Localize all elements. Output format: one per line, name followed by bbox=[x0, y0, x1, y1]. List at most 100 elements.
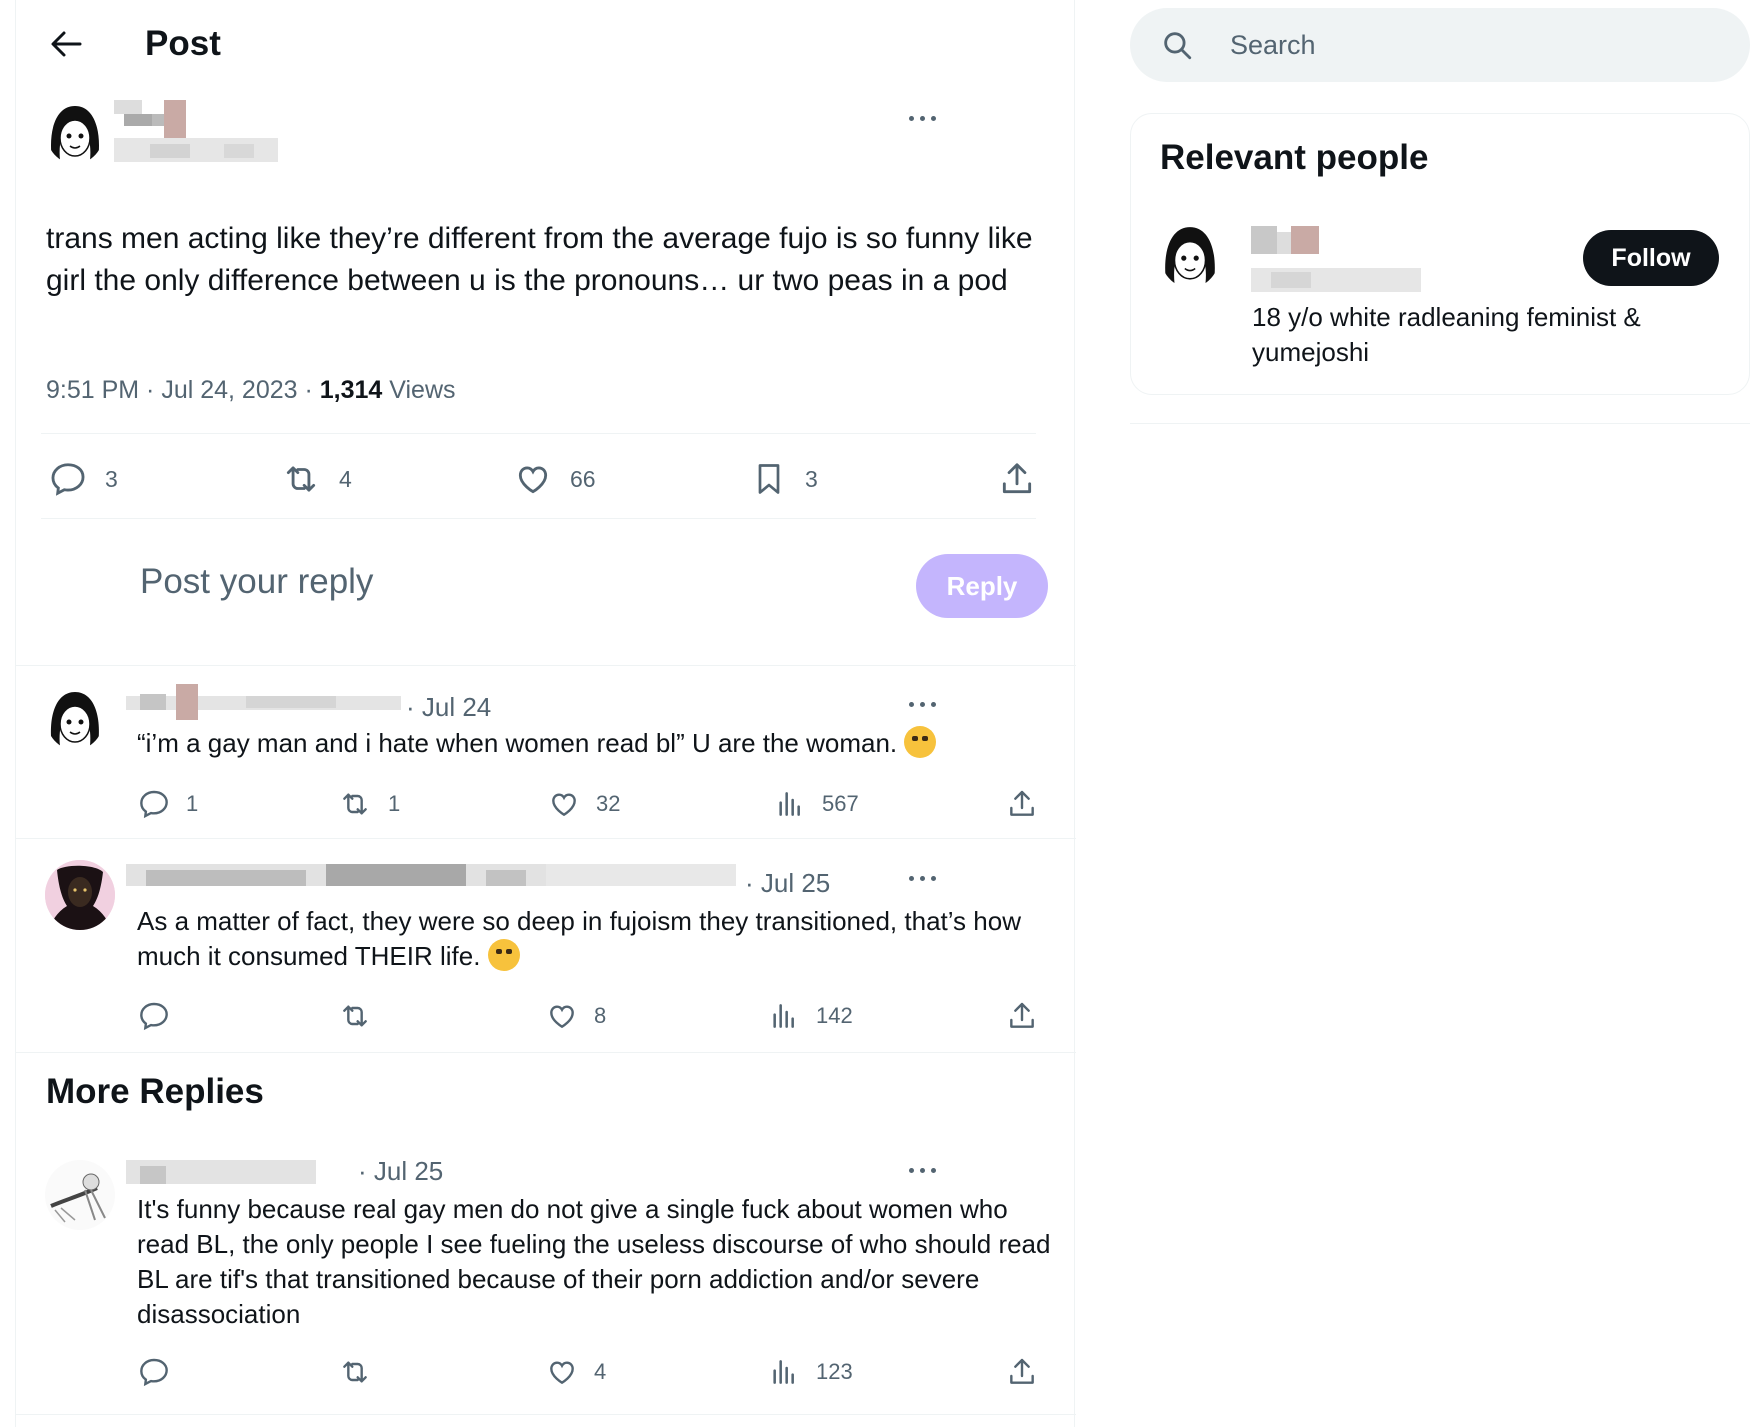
avatar[interactable] bbox=[46, 100, 104, 164]
heart-icon bbox=[550, 1005, 574, 1029]
like-action[interactable]: 4 bbox=[546, 1356, 606, 1388]
views-action[interactable]: 567 bbox=[774, 788, 859, 820]
follow-button[interactable]: Follow bbox=[1583, 230, 1719, 286]
repost-count: 4 bbox=[339, 465, 352, 492]
reply-action[interactable]: 3 bbox=[49, 460, 118, 498]
laughing-face-emoji bbox=[487, 939, 520, 971]
share-icon bbox=[1010, 1358, 1034, 1384]
reply-text: It's funny because real gay men do not g… bbox=[137, 1194, 1051, 1329]
person-name-redacted bbox=[1251, 226, 1421, 294]
reply-text: “i’m a gay man and i hate when women rea… bbox=[137, 726, 1057, 761]
repost-action[interactable]: 1 bbox=[338, 788, 400, 820]
reply-date[interactable]: · Jul 24 bbox=[406, 692, 491, 723]
reply-icon bbox=[140, 790, 168, 819]
like-count: 66 bbox=[570, 465, 596, 492]
like-count: 8 bbox=[594, 1003, 607, 1028]
bookmark-icon bbox=[758, 464, 780, 494]
author-name-redacted bbox=[126, 1156, 316, 1188]
analytics-icon bbox=[773, 1004, 794, 1028]
analytics-icon bbox=[773, 1360, 794, 1384]
reply-action[interactable] bbox=[138, 1000, 170, 1032]
divider bbox=[41, 518, 1036, 519]
bookmark-action[interactable]: 3 bbox=[751, 460, 818, 498]
repost-icon bbox=[286, 466, 316, 492]
share-icon bbox=[1010, 790, 1034, 816]
more-options-icon[interactable] bbox=[906, 1160, 942, 1180]
back-arrow-icon[interactable] bbox=[46, 24, 86, 64]
post-time: 9:51 PM · Jul 24, 2023 · bbox=[46, 376, 320, 404]
reply-date[interactable]: · Jul 25 bbox=[745, 868, 830, 899]
repost-icon bbox=[343, 793, 367, 815]
reply-button[interactable]: Reply bbox=[916, 554, 1048, 618]
page-title: Post bbox=[145, 24, 221, 63]
share-action[interactable] bbox=[1006, 788, 1038, 820]
reply-text: As a matter of fact, they were so deep i… bbox=[137, 904, 1057, 974]
more-options-icon[interactable] bbox=[906, 868, 942, 888]
repost-count: 1 bbox=[388, 791, 401, 816]
reply-input[interactable]: Post your reply bbox=[140, 562, 373, 602]
avatar[interactable] bbox=[45, 860, 115, 930]
reply-date[interactable]: · Jul 25 bbox=[358, 1156, 443, 1187]
heart-icon bbox=[552, 793, 576, 817]
share-icon bbox=[1002, 463, 1032, 494]
share-action[interactable] bbox=[1006, 1000, 1038, 1032]
reply-icon bbox=[140, 1002, 168, 1031]
like-count: 32 bbox=[596, 791, 621, 816]
like-action[interactable]: 32 bbox=[548, 788, 620, 820]
repost-action[interactable] bbox=[338, 1356, 372, 1388]
avatar[interactable] bbox=[1160, 220, 1220, 288]
reply-icon bbox=[140, 1358, 168, 1387]
reply-action[interactable] bbox=[138, 1356, 170, 1388]
share-action[interactable] bbox=[1006, 1356, 1038, 1388]
reply-text-body: “i’m a gay man and i hate when women rea… bbox=[137, 728, 898, 758]
analytics-icon bbox=[779, 792, 800, 816]
repost-action[interactable] bbox=[338, 1000, 372, 1032]
post-text: trans men acting like they’re different … bbox=[46, 222, 1033, 297]
divider bbox=[41, 433, 1036, 434]
author-name-redacted bbox=[114, 100, 284, 164]
more-replies-title: More Replies bbox=[46, 1072, 264, 1111]
relevant-people-title: Relevant people bbox=[1160, 138, 1429, 177]
reply-text-body: As a matter of fact, they were so deep i… bbox=[137, 906, 1021, 971]
share-icon bbox=[1010, 1002, 1034, 1028]
post-meta: 9:51 PM · Jul 24, 2023 · 1,314 Views bbox=[46, 376, 456, 405]
avatar[interactable] bbox=[46, 686, 104, 750]
reply-icon bbox=[51, 463, 85, 496]
more-options-icon[interactable] bbox=[906, 108, 942, 128]
bookmark-count: 3 bbox=[805, 465, 818, 492]
heart-icon bbox=[518, 466, 548, 494]
divider bbox=[1130, 423, 1750, 424]
views-action[interactable]: 142 bbox=[768, 1000, 853, 1032]
reply-count: 1 bbox=[186, 791, 199, 816]
divider bbox=[16, 838, 1076, 839]
views-label: Views bbox=[382, 376, 456, 404]
views-count: 142 bbox=[816, 1003, 853, 1028]
views-count: 1,314 bbox=[319, 376, 383, 404]
reply-action[interactable]: 1 bbox=[138, 788, 198, 820]
views-count: 567 bbox=[822, 791, 859, 816]
divider bbox=[16, 1414, 1076, 1415]
divider bbox=[16, 665, 1076, 666]
search-input[interactable] bbox=[1230, 22, 1710, 68]
like-action[interactable]: 66 bbox=[514, 460, 596, 498]
views-count: 123 bbox=[816, 1359, 853, 1384]
avatar[interactable] bbox=[45, 1160, 115, 1230]
reply-count: 3 bbox=[105, 465, 118, 492]
like-action[interactable]: 8 bbox=[546, 1000, 606, 1032]
author-name-redacted bbox=[126, 684, 401, 720]
header: Post bbox=[16, 0, 1076, 92]
views-action[interactable]: 123 bbox=[768, 1356, 853, 1388]
search-bar[interactable] bbox=[1130, 8, 1750, 82]
author-name-redacted bbox=[126, 860, 736, 892]
person-bio: 18 y/o white radleaning feminist & yumej… bbox=[1252, 302, 1641, 367]
main-column: Post trans men acting like they’re diffe… bbox=[15, 0, 1076, 1427]
more-options-icon[interactable] bbox=[906, 694, 942, 714]
divider bbox=[16, 1052, 1076, 1053]
relevant-people-card: Relevant people Follow 18 y/o white radl… bbox=[1130, 113, 1750, 395]
search-icon bbox=[1160, 28, 1194, 67]
share-action[interactable] bbox=[998, 460, 1036, 498]
like-count: 4 bbox=[594, 1359, 607, 1384]
crying-face-emoji bbox=[904, 726, 937, 758]
sidebar: Relevant people Follow 18 y/o white radl… bbox=[1130, 0, 1754, 1427]
repost-action[interactable]: 4 bbox=[281, 460, 352, 498]
